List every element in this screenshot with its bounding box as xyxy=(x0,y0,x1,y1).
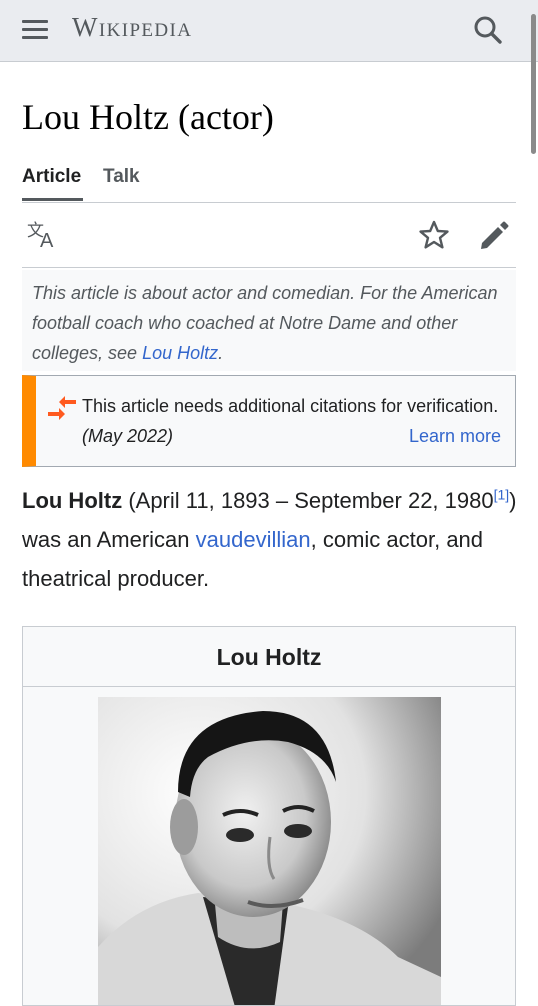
hatnote-link-lou-holtz[interactable]: Lou Holtz xyxy=(142,343,218,363)
infobox: Lou Holtz xyxy=(22,626,516,1006)
star-icon[interactable] xyxy=(418,219,450,251)
citation-notice[interactable]: This article needs additional citations … xyxy=(22,375,516,467)
page-title: Lou Holtz (actor) xyxy=(22,97,274,137)
tab-talk[interactable]: Talk xyxy=(103,166,140,188)
active-tab-indicator xyxy=(22,198,83,201)
translate-icon[interactable]: 文 A xyxy=(26,219,58,252)
page-scrollbar[interactable] xyxy=(531,14,536,154)
hatnote-end: . xyxy=(218,343,224,363)
tab-article[interactable]: Article xyxy=(22,166,81,188)
hatnote-text: This article is about actor and comedian… xyxy=(32,283,498,363)
wikipedia-wordmark[interactable]: Wikipedia xyxy=(72,12,192,43)
vaudevillian-link[interactable]: vaudevillian xyxy=(196,527,311,552)
hamburger-menu-icon[interactable] xyxy=(22,16,50,44)
page-actions-bar: 文 A xyxy=(22,203,516,268)
top-header: Wikipedia xyxy=(0,0,538,62)
notice-date: (May 2022) xyxy=(82,426,174,446)
search-icon[interactable] xyxy=(472,14,504,46)
lead-dates: (April 11, 1893 – September 22, 1980 xyxy=(122,488,494,513)
lead-subject: Lou Holtz xyxy=(22,488,123,513)
learn-more-link[interactable]: Learn more xyxy=(409,426,501,447)
infobox-title: Lou Holtz xyxy=(23,627,515,687)
pencil-icon[interactable] xyxy=(478,219,510,251)
page-tabs: Article Talk xyxy=(22,160,516,203)
lead-paragraph: Lou Holtz (April 11, 1893 – September 22… xyxy=(22,481,522,598)
citation-needed-icon xyxy=(46,392,78,424)
disambiguation-hatnote: This article is about actor and comedian… xyxy=(22,270,516,371)
portrait-photo[interactable] xyxy=(98,697,441,1006)
svg-text:A: A xyxy=(40,230,54,251)
reference-link-1[interactable]: [1] xyxy=(494,487,510,503)
notice-message: This article needs additional citations … xyxy=(82,396,499,416)
